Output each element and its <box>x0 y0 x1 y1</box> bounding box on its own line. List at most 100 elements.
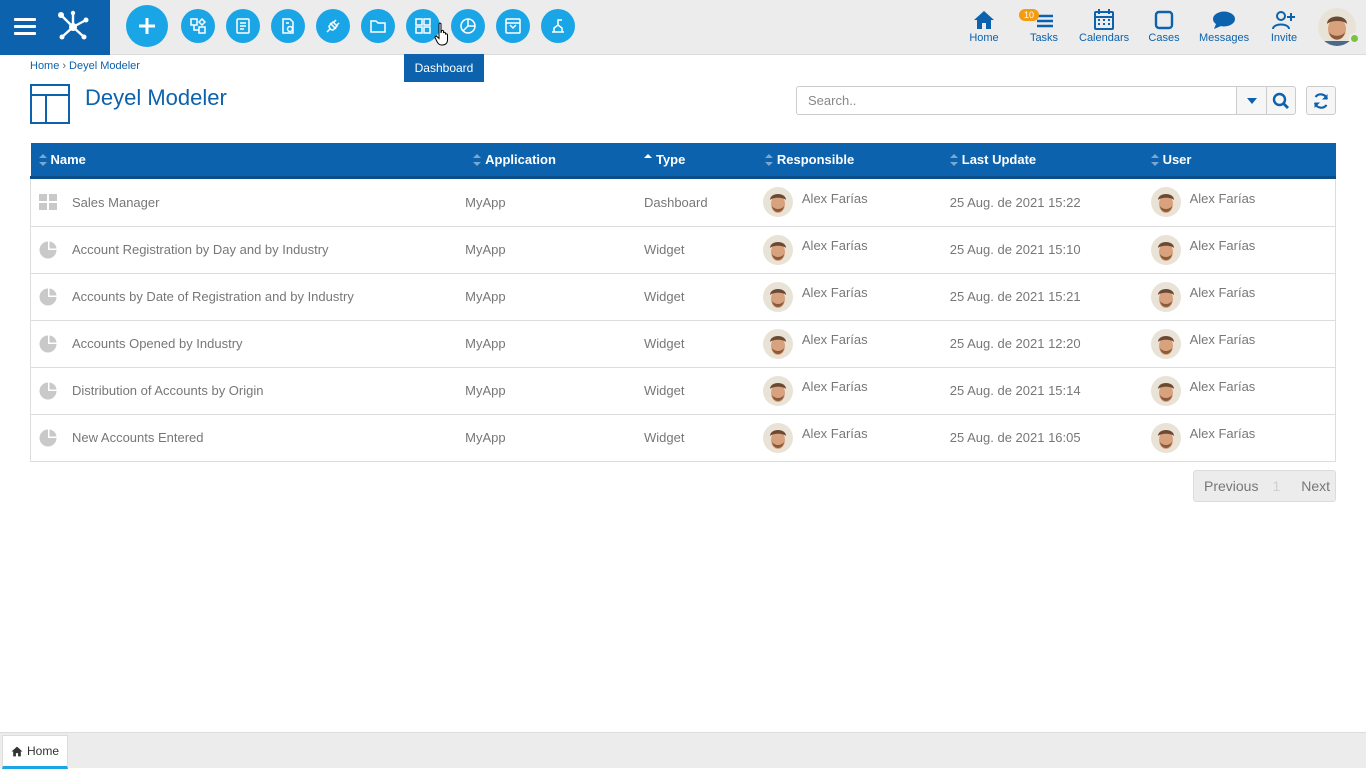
pie-chart-icon <box>39 241 57 258</box>
nav-calendars[interactable]: Calendars <box>1079 8 1129 44</box>
column-header-user[interactable]: User <box>1150 143 1336 179</box>
forms-icon <box>236 18 250 34</box>
row-name[interactable]: Distribution of Accounts by Origin <box>72 383 263 398</box>
calendar-icon <box>1094 9 1114 30</box>
row-type: Widget <box>643 336 685 351</box>
row-application: MyApp <box>465 289 506 304</box>
pie-chart-icon <box>39 382 57 399</box>
breadcrumb: Home › Deyel Modeler <box>30 60 140 72</box>
row-name[interactable]: Accounts Opened by Industry <box>72 336 243 351</box>
nav-invite-label: Invite <box>1270 32 1298 44</box>
current-page-number[interactable]: 1 <box>1272 478 1281 494</box>
nav-messages[interactable]: Messages <box>1199 8 1249 44</box>
previous-page-button[interactable]: Previous <box>1194 478 1258 494</box>
user-avatar <box>1150 375 1181 406</box>
column-header-application[interactable]: Application <box>465 143 644 179</box>
refresh-button[interactable] <box>1306 86 1336 115</box>
refresh-icon <box>1313 92 1329 109</box>
report-button[interactable] <box>541 9 575 43</box>
tab-home[interactable]: Home <box>2 735 68 769</box>
add-button[interactable] <box>126 5 168 47</box>
search-button[interactable] <box>1266 86 1296 115</box>
column-header-name[interactable]: Name <box>30 143 466 179</box>
nav-cases[interactable]: Cases <box>1148 8 1180 44</box>
process-modeler-icon <box>190 17 207 34</box>
breadcrumb-current[interactable]: Deyel Modeler <box>69 60 140 72</box>
responsible-avatar <box>762 187 793 217</box>
invite-icon <box>1272 11 1295 30</box>
integration-icon <box>326 19 340 33</box>
cases-icon <box>1154 10 1174 30</box>
table-row[interactable]: Distribution of Accounts by Origin MyApp… <box>30 367 1336 414</box>
row-application: MyApp <box>465 242 506 257</box>
archive-icon <box>505 18 521 34</box>
messages-icon <box>1213 11 1235 29</box>
responsible-avatar <box>762 281 793 312</box>
deyel-logo[interactable] <box>56 10 90 42</box>
row-last-update: 25 Aug. de 2021 16:05 <box>949 430 1081 445</box>
row-name[interactable]: Account Registration by Day and by Indus… <box>72 242 329 257</box>
nav-calendars-label: Calendars <box>1079 32 1130 44</box>
add-icon <box>139 18 155 34</box>
caret-down-icon <box>1246 97 1257 104</box>
responsible-name: Alex Farías <box>801 426 868 441</box>
nav-home[interactable]: Home <box>969 8 999 44</box>
user-name: Alex Farías <box>1189 426 1256 441</box>
menu-icon[interactable] <box>14 18 36 36</box>
nav-tasks[interactable]: Tasks 10 <box>1019 8 1060 44</box>
responsible-name: Alex Farías <box>801 285 868 300</box>
integration-button[interactable] <box>316 9 350 43</box>
row-name[interactable]: Sales Manager <box>72 195 159 210</box>
hand-cursor-icon <box>434 22 448 46</box>
user-name: Alex Farías <box>1189 379 1256 394</box>
dashboard-tooltip: Dashboard <box>404 54 484 82</box>
row-type: Widget <box>643 430 685 445</box>
next-page-button[interactable]: Next <box>1301 478 1330 494</box>
row-name[interactable]: Accounts by Date of Registration and by … <box>72 289 354 304</box>
forms-button[interactable] <box>226 9 260 43</box>
page-title: Deyel Modeler <box>85 85 227 110</box>
sort-ascending-icon <box>643 154 652 166</box>
brand-area <box>0 0 110 55</box>
table-row[interactable]: New Accounts Entered MyApp Widget Alex F… <box>30 414 1336 461</box>
folder-icon <box>370 20 386 33</box>
table-row[interactable]: Sales Manager MyApp Dashboard Alex Faría… <box>30 177 1336 226</box>
modeler-layout-icon <box>30 84 70 124</box>
breadcrumb-separator: › <box>62 60 67 72</box>
table-row[interactable]: Account Registration by Day and by Indus… <box>30 226 1336 273</box>
responsible-avatar <box>762 234 793 265</box>
row-application: MyApp <box>465 336 506 351</box>
row-application: MyApp <box>465 194 506 210</box>
table-row[interactable]: Accounts by Date of Registration and by … <box>30 273 1336 320</box>
dashboard-icon <box>415 18 431 34</box>
column-header-responsible[interactable]: Responsible <box>762 143 950 179</box>
sort-icon <box>949 154 958 167</box>
row-application: MyApp <box>465 430 506 445</box>
online-status-indicator <box>1349 33 1360 44</box>
column-header-type[interactable]: Type <box>643 143 763 179</box>
responsible-name: Alex Farías <box>801 190 868 206</box>
row-last-update: 25 Aug. de 2021 15:10 <box>949 242 1081 257</box>
bottom-tab-bar: Home <box>0 732 1366 769</box>
rules-button[interactable] <box>271 9 305 43</box>
nav-invite[interactable]: Invite <box>1268 8 1300 44</box>
dashboard-grid-icon <box>39 194 57 210</box>
widget-icon <box>460 18 476 34</box>
report-icon <box>552 19 564 33</box>
folder-button[interactable] <box>361 9 395 43</box>
process-modeler-button[interactable] <box>181 9 215 43</box>
pagination: Previous 1 Next <box>1193 470 1336 502</box>
archive-button[interactable] <box>496 9 530 43</box>
column-header-last-update[interactable]: Last Update <box>949 143 1151 179</box>
breadcrumb-home[interactable]: Home <box>30 60 59 72</box>
nav-home-label: Home <box>969 32 999 44</box>
search-input[interactable] <box>796 86 1238 115</box>
search-icon <box>1272 92 1289 109</box>
row-last-update: 25 Aug. de 2021 15:22 <box>949 194 1081 210</box>
row-name[interactable]: New Accounts Entered <box>72 430 204 445</box>
user-avatar <box>1150 187 1181 217</box>
user-name: Alex Farías <box>1189 190 1256 206</box>
table-row[interactable]: Accounts Opened by Industry MyApp Widget… <box>30 320 1336 367</box>
search-options-button[interactable] <box>1236 86 1267 115</box>
widget-button[interactable] <box>451 9 485 43</box>
